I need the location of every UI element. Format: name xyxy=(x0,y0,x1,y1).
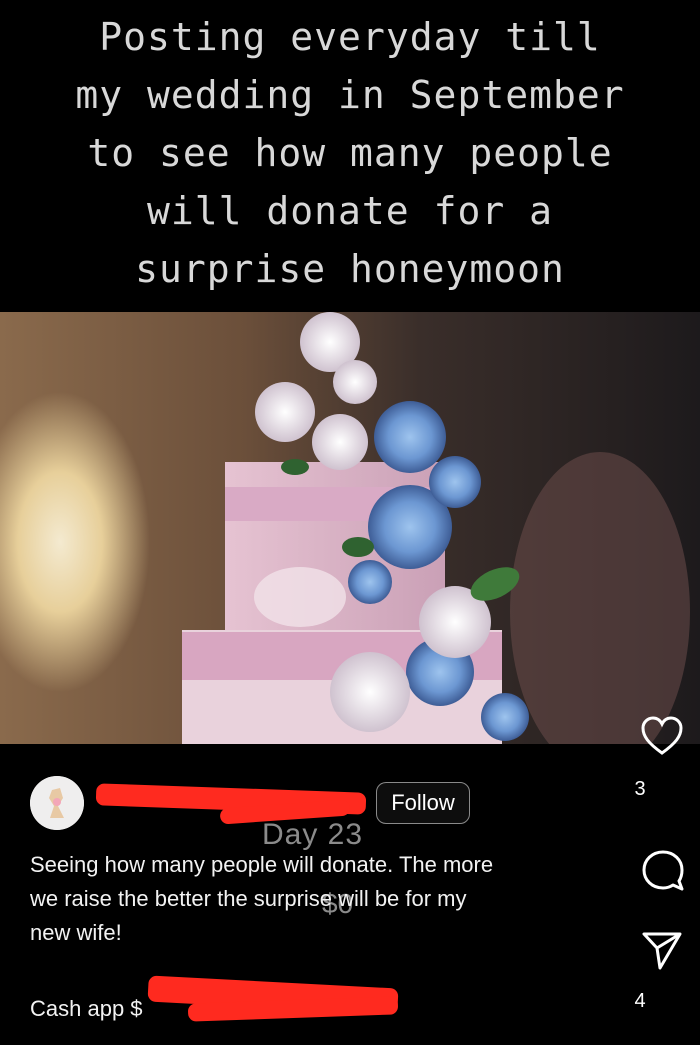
cashapp-text: Cash app $ xyxy=(30,996,143,1021)
headline-line: my wedding in September xyxy=(75,73,625,117)
heart-icon[interactable] xyxy=(640,716,684,761)
day-counter-overlay: Day 23 xyxy=(262,818,364,851)
post-photo[interactable] xyxy=(0,312,700,744)
headline-line: Posting everyday till xyxy=(99,15,601,59)
caption-line: we raise the better the surprise will be… xyxy=(30,886,467,911)
headline-overlay: Posting everyday till my wedding in Sept… xyxy=(0,0,700,312)
headline-text: Posting everyday till my wedding in Sept… xyxy=(0,8,700,298)
wedding-cake-illustration xyxy=(182,312,690,744)
comment-icon[interactable] xyxy=(640,848,686,899)
headline-line: surprise honeymoon xyxy=(135,247,565,291)
post-caption: Seeing how many people will donate. The … xyxy=(30,848,590,950)
send-icon[interactable] xyxy=(640,928,684,977)
caption-line: Seeing how many people will donate. The … xyxy=(30,852,494,877)
share-count: 4 xyxy=(634,990,646,1012)
follow-button[interactable]: Follow xyxy=(376,782,470,824)
headline-line: will donate for a xyxy=(147,189,553,233)
caption-line: new wife! xyxy=(30,920,122,945)
like-count: 3 xyxy=(634,778,646,800)
headline-line: to see how many people xyxy=(87,131,613,175)
avatar[interactable] xyxy=(30,776,84,830)
